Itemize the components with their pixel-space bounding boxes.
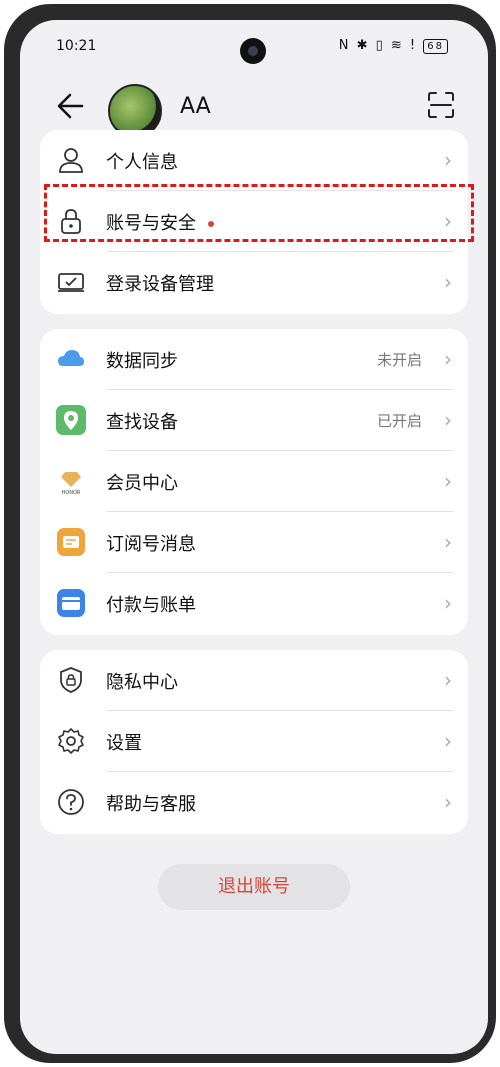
login-devices-row[interactable]: 登录设备管理 › [40,252,468,313]
chevron-right-icon: › [444,530,452,554]
lock-icon [61,209,81,234]
subscription-label: 订阅号消息 [106,534,196,555]
chevron-right-icon: › [444,591,452,615]
privacy-center-row[interactable]: 隐私中心 › [40,650,468,711]
find-device-row[interactable]: 查找设备 已开启 › [40,390,468,451]
chevron-right-icon: › [444,347,452,371]
member-center-row[interactable]: HONOR 会员中心 › [40,451,468,512]
services-card: 数据同步 未开启 › 查找设备 已开启 › HONOR 会员中心 › 订阅号消息… [40,329,468,635]
find-device-icon [56,405,86,435]
payment-card-icon [57,589,85,617]
personal-info-label: 个人信息 [106,152,178,173]
back-arrow-icon[interactable] [52,86,92,126]
find-device-label: 查找设备 [106,412,178,433]
chevron-right-icon: › [444,270,452,294]
chevron-right-icon: › [444,148,452,172]
person-icon [59,148,83,173]
account-security-row[interactable]: 账号与安全 › [40,191,468,252]
device-icon [58,273,84,292]
chevron-right-icon: › [444,209,452,233]
screen: 10:21 N ✱ ▯ ≋ ! 68 AA 个人信息 › 账号与安全 › 登录设… [20,20,488,1054]
login-devices-label: 登录设备管理 [106,274,214,295]
chevron-right-icon: › [444,668,452,692]
battery-icon: 68 [423,39,448,54]
honor-member-icon: HONOR [56,466,86,496]
help-icon [58,789,84,815]
account-security-text: 账号与安全 [106,213,196,234]
account-card: 个人信息 › 账号与安全 › 登录设备管理 › [40,130,468,314]
data-sync-label: 数据同步 [106,351,178,372]
phone-frame: 10:21 N ✱ ▯ ≋ ! 68 AA 个人信息 › 账号与安全 › 登录设… [4,4,496,1063]
privacy-center-label: 隐私中心 [106,672,178,693]
chevron-right-icon: › [444,469,452,493]
notification-dot [208,221,214,227]
front-camera [240,38,266,64]
settings-label: 设置 [106,733,142,754]
privacy-shield-icon [60,667,82,693]
status-time: 10:21 [56,38,97,54]
gear-icon [58,728,84,754]
data-sync-row[interactable]: 数据同步 未开启 › [40,329,468,390]
data-sync-status: 未开启 [376,351,422,369]
settings-row[interactable]: 设置 › [40,711,468,772]
help-row[interactable]: 帮助与客服 › [40,772,468,833]
cloud-icon [58,350,84,366]
support-card: 隐私中心 › 设置 › 帮助与客服 › [40,650,468,834]
member-center-label: 会员中心 [106,473,178,494]
find-device-status: 已开启 [376,412,422,430]
payment-row[interactable]: 付款与账单 › [40,573,468,634]
status-icons: N ✱ ▯ ≋ ! 68 [339,38,448,54]
chevron-right-icon: › [444,729,452,753]
chevron-right-icon: › [444,408,452,432]
account-security-label: 账号与安全 [106,209,214,235]
subscription-row[interactable]: 订阅号消息 › [40,512,468,573]
logout-button[interactable]: 退出账号 [158,864,350,910]
subscription-icon [57,528,85,556]
chevron-right-icon: › [444,790,452,814]
scan-icon[interactable] [426,90,456,120]
status-icons-text: N ✱ ▯ ≋ ! [338,38,418,53]
honor-icon-text: HONOR [62,490,81,496]
help-label: 帮助与客服 [106,794,196,815]
personal-info-row[interactable]: 个人信息 › [40,130,468,191]
payment-label: 付款与账单 [106,595,196,616]
username: AA [180,94,211,119]
